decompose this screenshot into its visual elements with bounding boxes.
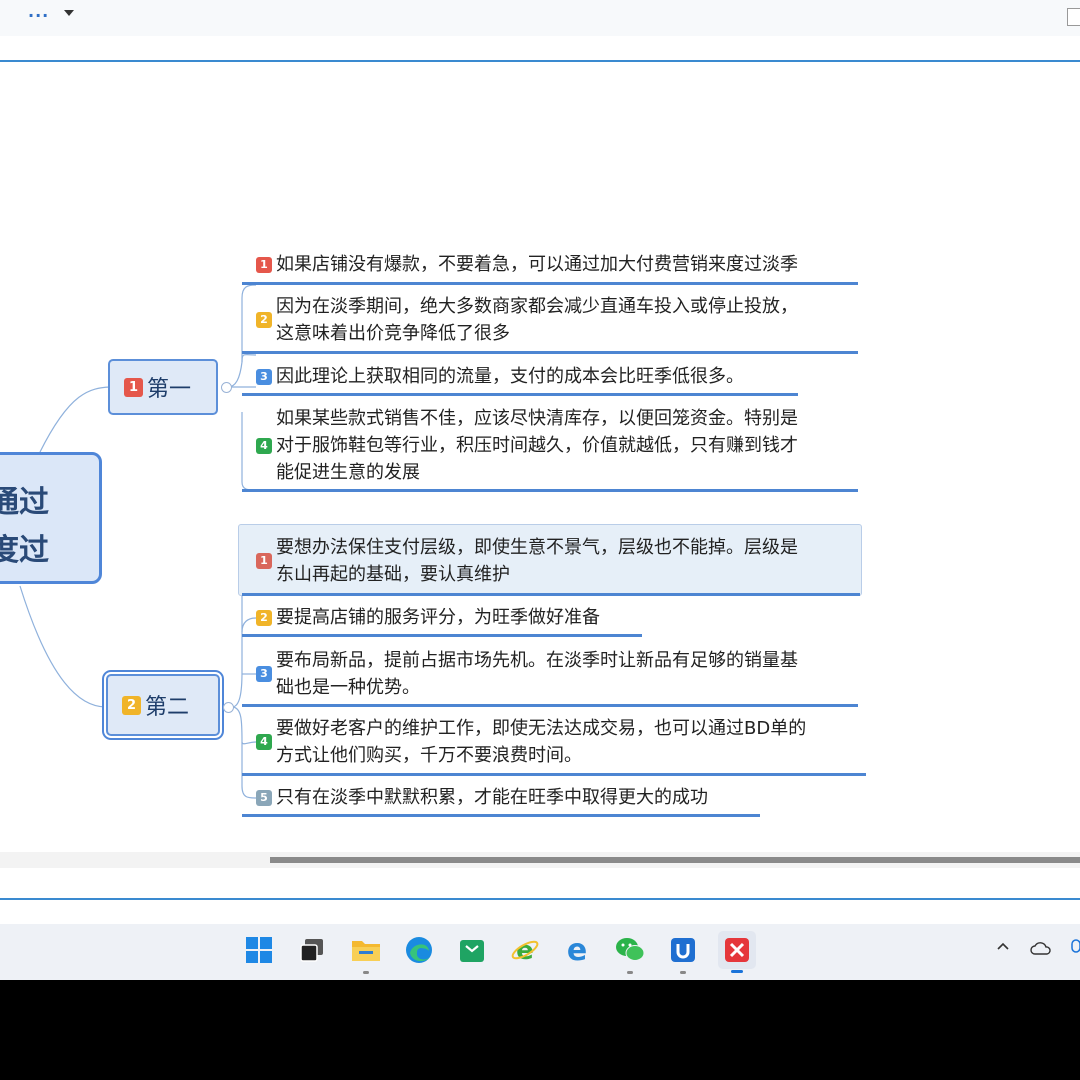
priority-badge: 2 [122,695,141,715]
leaf-text-line: 只有在淡季中默默积累，才能在旺季中取得更大的成功 [276,787,708,808]
leaf-underline [242,282,858,285]
leaf-text-line: 能促进生意的发展 [276,462,420,483]
leaf-underline [242,351,858,354]
leaf-underline [242,814,760,817]
leaf-text-line: 要布局新品，提前占据市场先机。在淡季时让新品有足够的销量基 [276,650,798,671]
collapse-toggle-icon[interactable] [221,382,232,393]
leaf-topic[interactable]: 4 要做好老客户的维护工作，即使无法达成交易，也可以通过BD单的 方式让他们购买… [256,715,806,769]
task-view-icon[interactable] [296,934,328,966]
priority-badge: 2 [256,609,272,626]
leaf-text-line: 东山再起的基础，要认真维护 [276,564,510,585]
leaf-text-line: 要想办法保住支付层级，即使生意不景气，层级也不能掉。层级是 [276,537,798,558]
connector-root-branch2 [19,585,107,708]
leaf-text-line: 方式让他们购买，千万不要浪费时间。 [276,745,582,766]
leaf-text-line: 要做好老客户的维护工作，即使无法达成交易，也可以通过BD单的 [276,718,807,739]
store-icon[interactable] [456,934,488,966]
root-topic-line2: 度过 [0,533,49,568]
ie-icon[interactable]: e [509,934,541,966]
priority-badge: 1 [256,553,272,569]
leaf-text-line: 如果店铺没有爆款，不要着急，可以通过加大付费营销来度过淡季 [276,254,798,275]
root-topic-line1: 通过 [0,485,49,520]
leaf-topic[interactable]: 3 因此理论上获取相同的流量，支付的成本会比旺季低很多。 [256,363,744,390]
svg-text:e: e [516,936,534,965]
leaf-text-line: 础也是一种优势。 [276,677,420,698]
top-toolbar: ··· [0,0,1080,36]
branch-label: 第一 [147,377,192,402]
cloud-icon[interactable] [1030,940,1052,959]
leaf-topic-selected[interactable]: 1 要想办法保住支付层级，即使生意不景气，层级也不能掉。层级是 东山再起的基础，… [256,534,798,588]
priority-badge: 5 [256,789,272,806]
priority-badge: 4 [256,734,272,750]
leaf-topic[interactable]: 3 要布局新品，提前占据市场先机。在淡季时让新品有足够的销量基 础也是一种优势。 [256,647,798,701]
microphone-icon[interactable] [1070,938,1080,962]
file-explorer-icon[interactable] [350,934,382,974]
taskbar: e e [0,924,1080,980]
more-dots-icon[interactable]: ··· [28,6,49,25]
leaf-text-line: 因为在淡季期间，绝大多数商家都会减少直通车投入或停止投放， [276,296,798,317]
priority-badge: 3 [256,368,272,385]
svg-text:e: e [567,935,587,965]
mindmap-canvas[interactable]: 通过 度过 1 第一 2 第二 1 如果店铺没有爆款，不要着急，可以通过加大付费… [0,62,1080,852]
horizontal-scrollbar[interactable] [0,852,1080,868]
leaf-text-line: 如果某些款式销售不佳，应该尽快清库存，以便回笼资金。特别是 [276,408,798,429]
leaf-topic[interactable]: 2 要提高店铺的服务评分，为旺季做好准备 [256,604,600,631]
leaf-topic[interactable]: 1 如果店铺没有爆款，不要着急，可以通过加大付费营销来度过淡季 [256,251,798,278]
branch-label: 第二 [145,695,190,720]
leaf-text-line: 对于服饰鞋包等行业，积压时间越久，价值就越低，只有赚到钱才 [276,435,798,456]
active-indicator [731,970,743,973]
branch-topic-2[interactable]: 2 第二 [106,674,220,736]
divider [0,898,1080,900]
priority-badge: 1 [124,377,143,397]
mindmap-app-window: ··· 通过 度过 1 第一 2 第二 1 如果店铺没有爆款，不要着急，可以通过… [0,0,1080,980]
edge-icon[interactable] [403,934,435,966]
leaf-underline [242,489,858,492]
leaf-underline [242,393,798,396]
connector-root-branch1 [39,386,111,453]
leaf-topic[interactable]: 5 只有在淡季中默默积累，才能在旺季中取得更大的成功 [256,784,708,811]
scrollbar-thumb[interactable] [270,857,1080,863]
running-indicator [627,971,633,974]
letterbox-bar [0,980,1080,1080]
priority-badge: 1 [256,256,272,273]
priority-badge: 4 [256,437,272,454]
caret-down-icon[interactable] [64,10,74,16]
leaf-underline [242,593,860,596]
edge-legacy-icon[interactable]: e [561,934,593,966]
running-indicator [680,971,686,974]
leaf-topic[interactable]: 2 因为在淡季期间，绝大多数商家都会减少直通车投入或停止投放， 这意味着出价竞争… [256,293,798,347]
root-topic[interactable]: 通过 度过 [0,452,102,584]
app-icon[interactable] [667,934,699,974]
xmind-icon[interactable] [718,931,756,973]
collapse-toggle-icon[interactable] [223,702,234,713]
leaf-text-line: 要提高店铺的服务评分，为旺季做好准备 [276,607,600,628]
running-indicator [363,971,369,974]
chevron-up-icon[interactable] [996,938,1010,957]
wechat-icon[interactable] [614,934,646,974]
leaf-topic[interactable]: 4 如果某些款式销售不佳，应该尽快清库存，以便回笼资金。特别是 对于服饰鞋包等行… [256,405,798,486]
priority-badge: 3 [256,666,272,682]
window-edge-icon [1067,8,1080,26]
leaf-underline [242,634,642,637]
leaf-text-line: 这意味着出价竞争降低了很多 [276,323,510,344]
branch-topic-1[interactable]: 1 第一 [108,359,218,415]
leaf-text-line: 因此理论上获取相同的流量，支付的成本会比旺季低很多。 [276,366,744,387]
windows-start-icon[interactable] [243,934,275,966]
leaf-underline [242,773,866,776]
leaf-underline [242,704,858,707]
priority-badge: 2 [256,312,272,328]
